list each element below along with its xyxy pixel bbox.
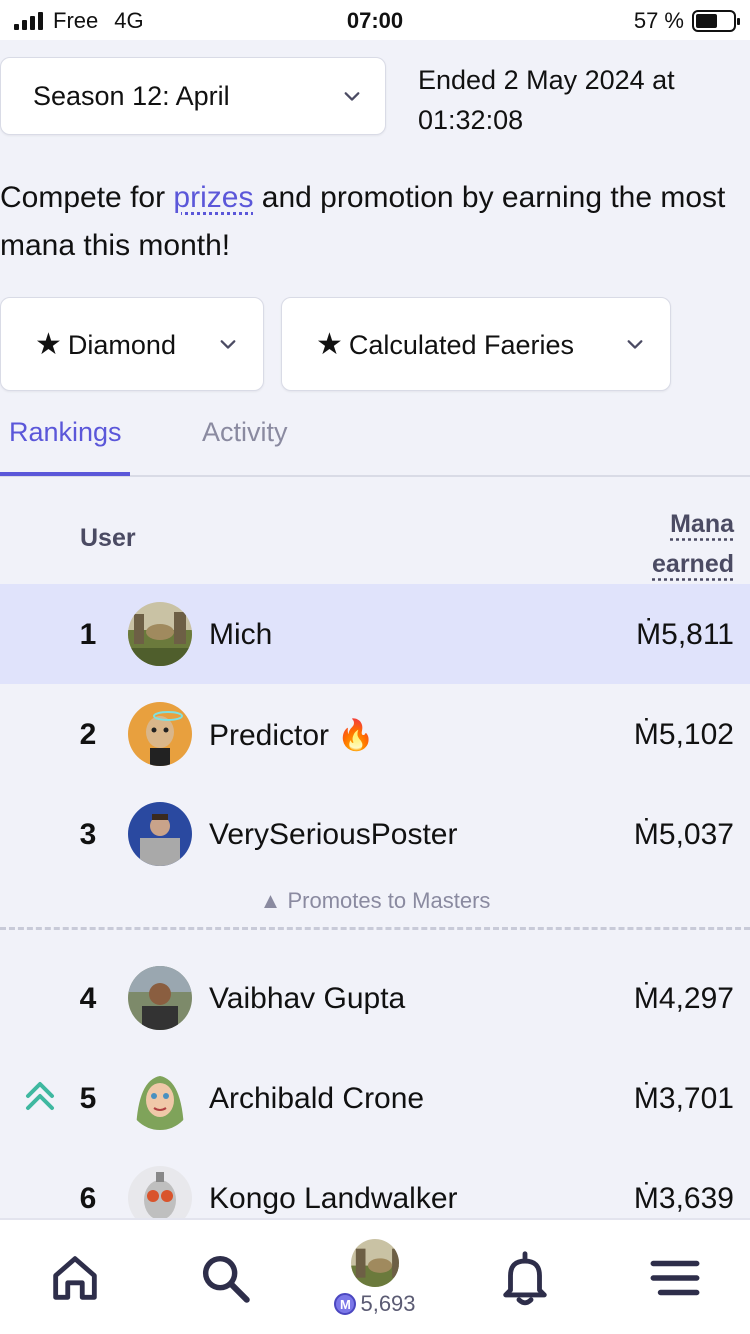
- star-icon: ★: [316, 327, 343, 361]
- username[interactable]: VerySeriousPoster: [209, 818, 457, 852]
- column-header-user: User: [80, 524, 136, 552]
- division-select[interactable]: ★ Diamond: [0, 297, 264, 391]
- promotion-threshold-label: ▲ Promotes to Masters: [259, 888, 491, 913]
- rank: 6: [79, 1182, 97, 1215]
- mana-balance-value: 5,693: [360, 1291, 416, 1316]
- chevron-down-icon: [344, 92, 360, 101]
- mana-earned: Ṁ3,639: [633, 1182, 734, 1215]
- promotion-divider: [0, 927, 750, 930]
- bottom-nav: M 5,693: [0, 1218, 750, 1334]
- status-right: 57 %: [633, 8, 740, 34]
- rank: 1: [79, 618, 97, 651]
- avatar[interactable]: [128, 602, 192, 666]
- nav-search-button[interactable]: [150, 1220, 300, 1334]
- double-chevron-up-icon: [26, 1082, 54, 1110]
- home-icon: [53, 1256, 97, 1300]
- chevron-down-icon: [220, 340, 236, 349]
- mana-earned: Ṁ5,037: [633, 818, 734, 851]
- username[interactable]: Archibald Crone: [209, 1082, 424, 1116]
- column-header-mana[interactable]: Mana earned: [624, 504, 734, 584]
- avatar: [351, 1239, 399, 1287]
- avatar[interactable]: [128, 802, 192, 866]
- cohort-select-value: Calculated Faeries: [348, 329, 575, 360]
- avatar[interactable]: [128, 702, 192, 766]
- username[interactable]: Vaibhav Gupta: [209, 982, 405, 1016]
- username-text: Predictor: [209, 719, 330, 752]
- rank: 4: [79, 982, 97, 1015]
- fire-badge-icon: 🔥: [337, 719, 375, 752]
- table-row[interactable]: 5 Archibald Crone Ṁ3,701: [0, 1048, 750, 1148]
- mana-earned: Ṁ3,701: [633, 1082, 734, 1115]
- season-select[interactable]: Season 12: April: [0, 57, 386, 135]
- intro-before: Compete for: [0, 181, 174, 214]
- active-tab-indicator: [0, 472, 130, 476]
- table-row[interactable]: 1 Mich Ṁ5,811: [0, 584, 750, 684]
- prizes-link[interactable]: prizes: [173, 181, 253, 214]
- mana-coin-icon: M: [334, 1293, 357, 1315]
- menu-icon: [650, 1260, 700, 1296]
- nav-menu-button[interactable]: [600, 1220, 750, 1334]
- star-icon: ★: [35, 327, 62, 361]
- battery-percent: 57 %: [633, 8, 684, 33]
- table-row[interactable]: 4 Vaibhav Gupta Ṁ4,297: [0, 948, 750, 1048]
- avatar[interactable]: [128, 1066, 192, 1130]
- division-select-value: Diamond: [67, 329, 176, 360]
- battery-icon: [692, 10, 740, 32]
- mana-earned: Ṁ5,811: [636, 618, 734, 651]
- mana-earned: Ṁ4,297: [633, 982, 734, 1015]
- season-ended-text: Ended 2 May 2024 at 01:32:08: [418, 65, 675, 135]
- search-icon: [202, 1255, 250, 1303]
- mana-balance: M 5,693: [334, 1291, 416, 1317]
- nav-profile-button[interactable]: M 5,693: [300, 1220, 450, 1334]
- tab-activity[interactable]: Activity: [202, 417, 288, 448]
- tab-rankings[interactable]: Rankings: [9, 417, 122, 448]
- cohort-select[interactable]: ★ Calculated Faeries: [281, 297, 671, 391]
- rank: 3: [79, 818, 97, 851]
- division-select-label: ★ Diamond: [35, 327, 176, 362]
- avatar[interactable]: [128, 966, 192, 1030]
- username[interactable]: Kongo Landwalker: [209, 1182, 458, 1216]
- column-header-mana-label: Mana earned: [652, 510, 734, 578]
- cohort-select-label: ★ Calculated Faeries: [316, 327, 574, 362]
- bell-icon: [503, 1251, 547, 1306]
- table-row[interactable]: 2 Predictor 🔥 Ṁ5,102: [0, 684, 750, 784]
- table-row[interactable]: 3 VerySeriousPoster Ṁ5,037: [0, 784, 750, 884]
- username[interactable]: Predictor 🔥: [209, 718, 374, 753]
- intro-text: Compete for prizes and promotion by earn…: [0, 174, 740, 270]
- nav-notifications-button[interactable]: [450, 1220, 600, 1334]
- rank: 5: [79, 1082, 97, 1115]
- chevron-down-icon: [627, 340, 643, 349]
- nav-home-button[interactable]: [0, 1220, 150, 1334]
- username[interactable]: Mich: [209, 618, 272, 652]
- status-bar: Free 4G 07:00 57 %: [0, 0, 750, 40]
- mana-earned: Ṁ5,102: [633, 718, 734, 751]
- season-select-value: Season 12: April: [33, 80, 230, 111]
- tab-bar: Rankings Activity: [0, 405, 750, 477]
- rank: 2: [79, 718, 97, 751]
